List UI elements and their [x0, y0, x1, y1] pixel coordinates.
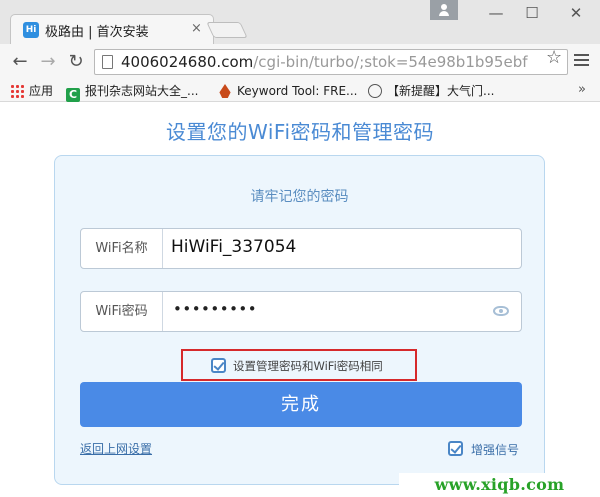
title-bar: Hi 极路由 | 首次安装 × — ☐ ✕	[0, 0, 600, 44]
page-title: 设置您的WiFi密码和管理密码	[166, 120, 434, 144]
c-logo-icon: C	[66, 88, 80, 102]
bookmark-label: 报刊杂志网站大全_...	[85, 84, 199, 98]
reload-button[interactable]: ↻	[64, 50, 88, 74]
bookmark-keyword-tool[interactable]: Keyword Tool: FRE...	[218, 82, 358, 100]
wifi-name-label: WiFi名称	[81, 229, 163, 268]
bookmarks-bar: 应用 C 报刊杂志网站大全_... Keyword Tool: FRE... 【新…	[0, 80, 600, 102]
same-password-checkbox[interactable]	[211, 358, 226, 373]
page-icon	[102, 55, 113, 69]
hiwifi-favicon-icon: Hi	[23, 22, 39, 38]
wifi-password-input[interactable]: •••••••••	[173, 300, 257, 318]
show-password-eye-icon[interactable]	[493, 306, 509, 316]
browser-tab[interactable]: Hi 极路由 | 首次安装 ×	[10, 14, 214, 44]
forward-button[interactable]: →	[36, 50, 60, 74]
site-watermark: www.xiqb.com	[399, 473, 600, 497]
boost-signal-checkbox[interactable]	[448, 441, 463, 456]
same-password-label: 设置管理密码和WiFi密码相同	[233, 359, 383, 373]
minimize-button[interactable]: —	[478, 0, 514, 26]
bookmark-label: Keyword Tool: FRE...	[237, 84, 358, 98]
url-host: 4006024680.com	[121, 53, 254, 71]
tab-title: 极路由 | 首次安装	[45, 25, 149, 40]
user-profile-icon[interactable]	[430, 0, 458, 20]
bookmark-label: 应用	[29, 84, 54, 98]
close-window-button[interactable]: ✕	[558, 0, 594, 26]
back-button[interactable]: ←	[8, 50, 32, 74]
setup-card: 请牢记您的密码 WiFi名称 HiWiFi_337054 WiFi密码 ••••…	[54, 155, 545, 485]
wifi-password-field[interactable]: WiFi密码 •••••••••	[80, 291, 522, 332]
boost-signal-label: 增强信号	[471, 443, 520, 457]
wordpress-icon	[368, 84, 382, 98]
url-text[interactable]: 4006024680.com/cgi-bin/turbo/;stok=54e98…	[121, 53, 528, 71]
address-bar[interactable]: 4006024680.com/cgi-bin/turbo/;stok=54e98…	[94, 49, 568, 75]
bookmark-newspapers[interactable]: C 报刊杂志网站大全_...	[66, 82, 198, 102]
wifi-name-input[interactable]: HiWiFi_337054	[171, 237, 296, 257]
back-to-internet-settings-link[interactable]: 返回上网设置	[80, 440, 152, 457]
bookmark-star-icon[interactable]: ☆	[546, 47, 562, 68]
bookmark-apps[interactable]: 应用	[10, 82, 53, 100]
wifi-name-field[interactable]: WiFi名称 HiWiFi_337054	[80, 228, 522, 269]
same-password-option[interactable]: 设置管理密码和WiFi密码相同	[181, 349, 417, 381]
bookmark-reminder[interactable]: 【新提醒】大气门...	[368, 82, 494, 100]
url-path: /cgi-bin/turbo/;stok=54e98b1b95ebf	[253, 53, 528, 71]
browser-toolbar: ← → ↻ 4006024680.com/cgi-bin/turbo/;stok…	[0, 44, 600, 80]
tab-close-icon[interactable]: ×	[191, 21, 202, 36]
wifi-password-label: WiFi密码	[81, 292, 163, 331]
card-subtitle: 请牢记您的密码	[250, 189, 349, 205]
bookmark-label: 【新提醒】大气门...	[387, 84, 495, 98]
apps-grid-icon	[10, 84, 24, 98]
browser-menu-icon[interactable]	[574, 54, 589, 66]
done-button[interactable]: 完成	[80, 382, 522, 427]
bookmarks-overflow-icon[interactable]: »	[578, 82, 586, 97]
flame-icon	[219, 84, 231, 98]
maximize-button[interactable]: ☐	[514, 0, 550, 26]
new-tab-button[interactable]	[206, 22, 248, 38]
